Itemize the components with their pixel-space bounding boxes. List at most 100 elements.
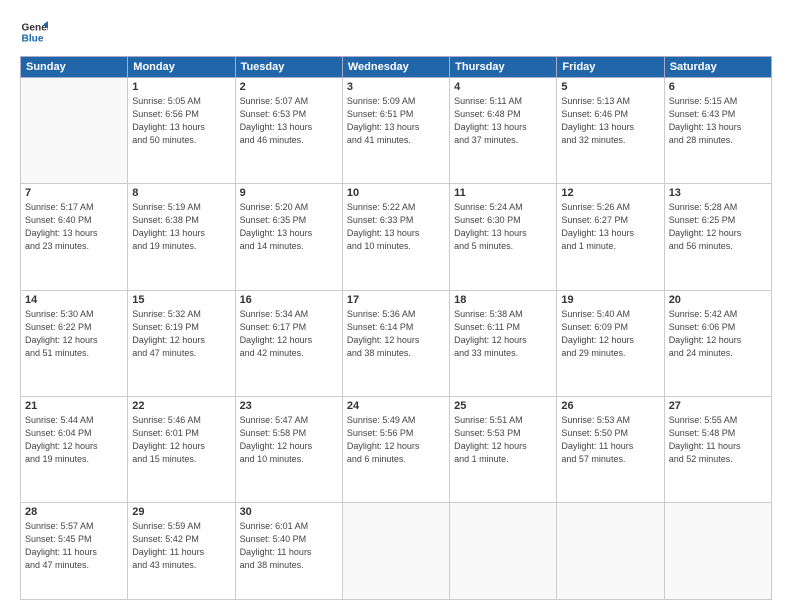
- calendar-cell: [342, 503, 449, 600]
- day-number: 13: [669, 187, 767, 199]
- calendar-cell: 1Sunrise: 5:05 AM Sunset: 6:56 PM Daylig…: [128, 78, 235, 184]
- day-number: 27: [669, 400, 767, 412]
- day-number: 26: [561, 400, 659, 412]
- calendar-cell: [450, 503, 557, 600]
- weekday-header-friday: Friday: [557, 57, 664, 78]
- day-info: Sunrise: 5:07 AM Sunset: 6:53 PM Dayligh…: [240, 95, 338, 147]
- week-row-4: 21 Sunrise: 5:44 AM Sunset: 6:04 PM Dayli…: [21, 396, 772, 502]
- day-number: 10: [347, 187, 445, 199]
- day-info: Sunrise: 5:42 AM Sunset: 6:06 PM Dayligh…: [669, 308, 767, 360]
- day-info: Sunrise: 5:13 AM Sunset: 6:46 PM Dayligh…: [561, 95, 659, 147]
- day-info: Sunrise: 5:05 AM Sunset: 6:56 PM Dayligh…: [132, 95, 230, 147]
- page: General Blue SundayMondayTuesdayWednesda…: [0, 0, 792, 612]
- day-info: Sunrise: 5:32 AM Sunset: 6:19 PM Dayligh…: [132, 308, 230, 360]
- day-info: Sunrise: 5:46 AM Sunset: 6:01 PM Dayligh…: [132, 414, 230, 466]
- day-number: 3: [347, 81, 445, 93]
- day-number: 23: [240, 400, 338, 412]
- calendar-cell: 3 Sunrise: 5:09 AM Sunset: 6:51 PM Daylig…: [342, 78, 449, 184]
- day-number: 6: [669, 81, 767, 93]
- week-row-3: 14Sunrise: 5:30 AM Sunset: 6:22 PM Dayli…: [21, 290, 772, 396]
- day-info: Sunrise: 5:34 AM Sunset: 6:17 PM Dayligh…: [240, 308, 338, 360]
- day-number: 9: [240, 187, 338, 199]
- calendar-cell: 13 Sunrise: 5:28 AM Sunset: 6:25 PM Dayli…: [664, 184, 771, 290]
- day-info: Sunrise: 5:09 AM Sunset: 6:51 PM Dayligh…: [347, 95, 445, 147]
- day-number: 28: [25, 506, 123, 518]
- day-number: 16: [240, 294, 338, 306]
- day-number: 4: [454, 81, 552, 93]
- day-info: Sunrise: 5:24 AM Sunset: 6:30 PM Dayligh…: [454, 201, 552, 253]
- day-number: 19: [561, 294, 659, 306]
- weekday-header-tuesday: Tuesday: [235, 57, 342, 78]
- calendar-cell: 16 Sunrise: 5:34 AM Sunset: 6:17 PM Dayli…: [235, 290, 342, 396]
- calendar-cell: 28 Sunrise: 5:57 AM Sunset: 5:45 PM Dayli…: [21, 503, 128, 600]
- day-info: Sunrise: 5:22 AM Sunset: 6:33 PM Dayligh…: [347, 201, 445, 253]
- day-info: Sunrise: 5:44 AM Sunset: 6:04 PM Dayligh…: [25, 414, 123, 466]
- day-info: Sunrise: 5:17 AM Sunset: 6:40 PM Dayligh…: [25, 201, 123, 253]
- logo: General Blue: [20, 18, 48, 46]
- weekday-header-row: SundayMondayTuesdayWednesdayThursdayFrid…: [21, 57, 772, 78]
- calendar-cell: 23 Sunrise: 5:47 AM Sunset: 5:58 PM Dayli…: [235, 396, 342, 502]
- calendar-cell: [557, 503, 664, 600]
- calendar-cell: 19 Sunrise: 5:40 AM Sunset: 6:09 PM Dayli…: [557, 290, 664, 396]
- calendar-cell: 11 Sunrise: 5:24 AM Sunset: 6:30 PM Dayli…: [450, 184, 557, 290]
- calendar-cell: 6 Sunrise: 5:15 AM Sunset: 6:43 PM Daylig…: [664, 78, 771, 184]
- day-info: Sunrise: 5:59 AM Sunset: 5:42 PM Dayligh…: [132, 520, 230, 572]
- day-number: 2: [240, 81, 338, 93]
- day-number: 21: [25, 400, 123, 412]
- weekday-header-sunday: Sunday: [21, 57, 128, 78]
- weekday-header-saturday: Saturday: [664, 57, 771, 78]
- day-number: 5: [561, 81, 659, 93]
- calendar-cell: 4 Sunrise: 5:11 AM Sunset: 6:48 PM Daylig…: [450, 78, 557, 184]
- calendar-cell: 18Sunrise: 5:38 AM Sunset: 6:11 PM Dayli…: [450, 290, 557, 396]
- calendar-cell: 15Sunrise: 5:32 AM Sunset: 6:19 PM Dayli…: [128, 290, 235, 396]
- week-row-5: 28 Sunrise: 5:57 AM Sunset: 5:45 PM Dayli…: [21, 503, 772, 600]
- calendar-cell: 27 Sunrise: 5:55 AM Sunset: 5:48 PM Dayli…: [664, 396, 771, 502]
- calendar-cell: 21 Sunrise: 5:44 AM Sunset: 6:04 PM Dayli…: [21, 396, 128, 502]
- day-number: 17: [347, 294, 445, 306]
- day-info: Sunrise: 5:47 AM Sunset: 5:58 PM Dayligh…: [240, 414, 338, 466]
- calendar-cell: 7Sunrise: 5:17 AM Sunset: 6:40 PM Daylig…: [21, 184, 128, 290]
- weekday-header-wednesday: Wednesday: [342, 57, 449, 78]
- day-info: Sunrise: 5:53 AM Sunset: 5:50 PM Dayligh…: [561, 414, 659, 466]
- calendar-cell: 5 Sunrise: 5:13 AM Sunset: 6:46 PM Daylig…: [557, 78, 664, 184]
- calendar-cell: 30 Sunrise: 6:01 AM Sunset: 5:40 PM Dayli…: [235, 503, 342, 600]
- day-number: 30: [240, 506, 338, 518]
- day-number: 29: [132, 506, 230, 518]
- day-info: Sunrise: 6:01 AM Sunset: 5:40 PM Dayligh…: [240, 520, 338, 572]
- calendar-cell: [664, 503, 771, 600]
- day-number: 20: [669, 294, 767, 306]
- calendar-cell: 22 Sunrise: 5:46 AM Sunset: 6:01 PM Dayli…: [128, 396, 235, 502]
- day-number: 14: [25, 294, 123, 306]
- day-info: Sunrise: 5:55 AM Sunset: 5:48 PM Dayligh…: [669, 414, 767, 466]
- day-number: 8: [132, 187, 230, 199]
- calendar-cell: 8 Sunrise: 5:19 AM Sunset: 6:38 PM Daylig…: [128, 184, 235, 290]
- day-info: Sunrise: 5:57 AM Sunset: 5:45 PM Dayligh…: [25, 520, 123, 572]
- day-info: Sunrise: 5:36 AM Sunset: 6:14 PM Dayligh…: [347, 308, 445, 360]
- weekday-header-monday: Monday: [128, 57, 235, 78]
- calendar-cell: 20 Sunrise: 5:42 AM Sunset: 6:06 PM Dayli…: [664, 290, 771, 396]
- calendar-cell: 14Sunrise: 5:30 AM Sunset: 6:22 PM Dayli…: [21, 290, 128, 396]
- week-row-2: 7Sunrise: 5:17 AM Sunset: 6:40 PM Daylig…: [21, 184, 772, 290]
- header: General Blue: [20, 18, 772, 46]
- day-info: Sunrise: 5:49 AM Sunset: 5:56 PM Dayligh…: [347, 414, 445, 466]
- calendar-cell: 25 Sunrise: 5:51 AM Sunset: 5:53 PM Dayli…: [450, 396, 557, 502]
- day-info: Sunrise: 5:15 AM Sunset: 6:43 PM Dayligh…: [669, 95, 767, 147]
- day-info: Sunrise: 5:38 AM Sunset: 6:11 PM Dayligh…: [454, 308, 552, 360]
- calendar-cell: 2 Sunrise: 5:07 AM Sunset: 6:53 PM Daylig…: [235, 78, 342, 184]
- day-info: Sunrise: 5:40 AM Sunset: 6:09 PM Dayligh…: [561, 308, 659, 360]
- day-number: 22: [132, 400, 230, 412]
- calendar-cell: 9 Sunrise: 5:20 AM Sunset: 6:35 PM Daylig…: [235, 184, 342, 290]
- day-number: 25: [454, 400, 552, 412]
- calendar-table: SundayMondayTuesdayWednesdayThursdayFrid…: [20, 56, 772, 600]
- day-number: 11: [454, 187, 552, 199]
- day-info: Sunrise: 5:19 AM Sunset: 6:38 PM Dayligh…: [132, 201, 230, 253]
- calendar-cell: 12Sunrise: 5:26 AM Sunset: 6:27 PM Dayli…: [557, 184, 664, 290]
- calendar-cell: 24Sunrise: 5:49 AM Sunset: 5:56 PM Dayli…: [342, 396, 449, 502]
- weekday-header-thursday: Thursday: [450, 57, 557, 78]
- logo-icon: General Blue: [20, 18, 48, 46]
- day-info: Sunrise: 5:51 AM Sunset: 5:53 PM Dayligh…: [454, 414, 552, 466]
- day-info: Sunrise: 5:11 AM Sunset: 6:48 PM Dayligh…: [454, 95, 552, 147]
- day-info: Sunrise: 5:20 AM Sunset: 6:35 PM Dayligh…: [240, 201, 338, 253]
- day-info: Sunrise: 5:28 AM Sunset: 6:25 PM Dayligh…: [669, 201, 767, 253]
- day-info: Sunrise: 5:26 AM Sunset: 6:27 PM Dayligh…: [561, 201, 659, 253]
